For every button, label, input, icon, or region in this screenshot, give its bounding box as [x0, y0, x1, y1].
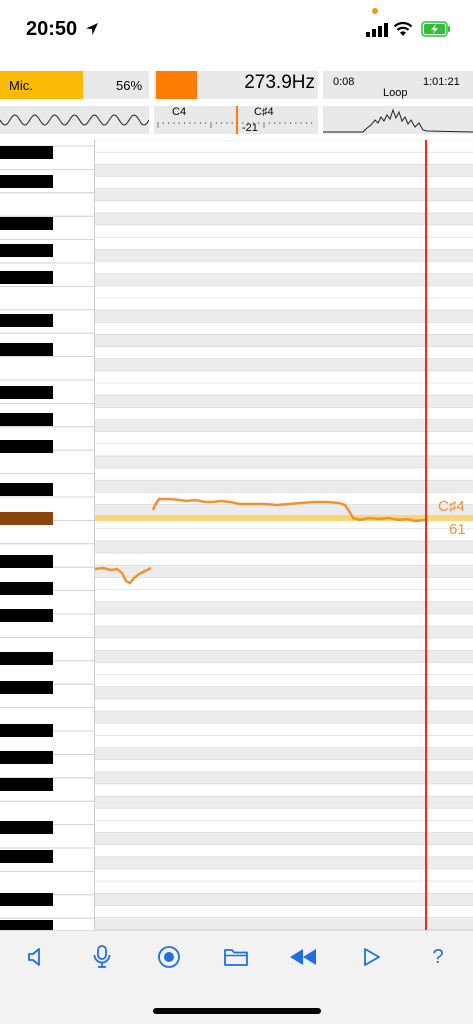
- timeline-end: 1:01:21: [423, 76, 460, 88]
- black-key[interactable]: [0, 175, 53, 188]
- camera-indicator-dot: [372, 8, 378, 14]
- speaker-icon: [28, 948, 40, 966]
- pitch-color-swatch: [156, 71, 197, 99]
- frequency-readout: 273.9Hz: [244, 72, 315, 93]
- black-key[interactable]: [0, 724, 53, 737]
- mic-label: Mic.: [9, 78, 33, 93]
- status-time: 20:50: [26, 18, 78, 40]
- piano-keys[interactable]: [0, 140, 95, 933]
- loop-button[interactable]: Loop: [383, 87, 407, 99]
- black-key[interactable]: [0, 271, 53, 284]
- play-button[interactable]: [358, 943, 386, 971]
- record-button[interactable]: [155, 943, 183, 971]
- waveform-graph: [0, 114, 150, 126]
- black-key[interactable]: [0, 244, 53, 257]
- black-key[interactable]: [0, 343, 53, 356]
- black-key[interactable]: [0, 850, 53, 863]
- tuner-note-left: C4: [172, 106, 187, 118]
- current-note-number: 61: [449, 521, 466, 538]
- record-icon: [158, 946, 180, 968]
- speaker-button[interactable]: [21, 943, 49, 971]
- rewind-button[interactable]: [289, 943, 317, 971]
- rewind-icon: [290, 949, 316, 965]
- black-key[interactable]: [0, 778, 53, 791]
- mic-level-percent: 56%: [116, 78, 143, 93]
- black-key[interactable]: [0, 582, 53, 595]
- black-key[interactable]: [0, 652, 53, 665]
- location-arrow-icon: [86, 23, 98, 35]
- black-key[interactable]: [0, 314, 53, 327]
- tuner-needle: [236, 106, 238, 134]
- black-key[interactable]: [0, 555, 53, 568]
- home-indicator[interactable]: [153, 1008, 321, 1014]
- tuner-note-right: C♯4: [254, 106, 274, 118]
- black-key[interactable]: [0, 386, 53, 399]
- folder-icon: [224, 949, 248, 966]
- black-key[interactable]: [0, 893, 53, 906]
- black-key[interactable]: [0, 483, 53, 496]
- current-note-label: C♯4: [438, 498, 465, 515]
- cellular-signal-icon: [366, 23, 388, 37]
- help-button[interactable]: ?: [424, 943, 452, 971]
- playhead-line[interactable]: [425, 140, 427, 930]
- black-key[interactable]: [0, 413, 53, 426]
- black-key[interactable]: [0, 217, 53, 230]
- timeline-start: 0:08: [333, 76, 355, 88]
- black-key[interactable]: [0, 440, 53, 453]
- microphone-button[interactable]: [88, 943, 116, 971]
- spectrum-panel: [323, 106, 473, 134]
- battery-charging-icon: [421, 21, 450, 37]
- black-key[interactable]: [0, 751, 53, 764]
- black-key[interactable]: [0, 681, 53, 694]
- piano-keyboard[interactable]: [0, 140, 95, 933]
- waveform-panel: [0, 106, 150, 134]
- play-icon: [364, 948, 380, 966]
- folder-button[interactable]: [222, 943, 250, 971]
- black-key[interactable]: [0, 609, 53, 622]
- active-key[interactable]: [0, 512, 53, 525]
- black-key[interactable]: [0, 821, 53, 834]
- microphone-icon: [93, 945, 111, 968]
- black-key[interactable]: [0, 146, 53, 159]
- wifi-icon: [393, 21, 413, 36]
- spectrum-graph: [323, 108, 473, 133]
- pitch-trace: [95, 497, 426, 585]
- black-key[interactable]: [0, 920, 53, 933]
- tuner-cents-offset: -21: [242, 122, 258, 134]
